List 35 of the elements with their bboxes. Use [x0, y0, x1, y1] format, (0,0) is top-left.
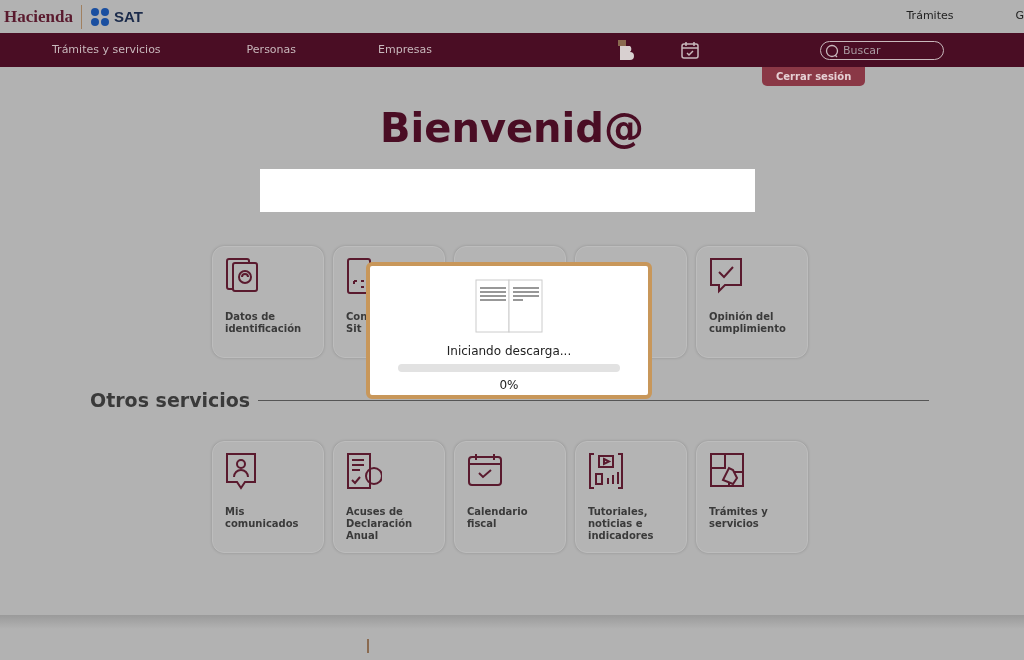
service-card[interactable]: Tutoriales, noticias e indicadores: [575, 440, 687, 553]
nav-link[interactable]: Personas: [246, 41, 297, 59]
calendar-check-icon[interactable]: [680, 40, 700, 60]
logout-button[interactable]: Cerrar sesión: [762, 67, 866, 86]
card-label: Datos de identificación: [225, 311, 303, 335]
media-icon: [588, 451, 624, 490]
nav-link[interactable]: Empresas: [378, 41, 432, 59]
search-icon: [825, 43, 839, 58]
divider-line: [367, 638, 369, 653]
service-card[interactable]: Datos de identificación: [212, 246, 324, 358]
section-title: Otros servicios: [90, 388, 251, 413]
service-card[interactable]: Acuses de Declaración Anual: [333, 440, 445, 553]
card-label: Calendario fiscal: [467, 505, 529, 530]
card-label: Opinión del cumplimiento: [709, 311, 787, 335]
status-text: Iniciando descarga...: [446, 343, 572, 360]
document-check-icon: [346, 451, 382, 490]
card-label: Acuses de Declaración Anual: [346, 505, 414, 542]
nav-link[interactable]: Trámites y servicios: [52, 41, 161, 59]
top-link[interactable]: G: [1015, 8, 1024, 25]
search-field[interactable]: Buscar: [820, 40, 944, 60]
card-label: Trámites y servicios: [709, 505, 769, 530]
progress-percent: 0%: [499, 377, 519, 394]
open-book-icon: [474, 278, 544, 334]
speech-bubble-check-icon: [709, 257, 745, 295]
service-card[interactable]: Trámites y servicios: [696, 440, 808, 553]
service-card[interactable]: Opinión del cumplimiento: [696, 246, 808, 358]
card-label: Mis comunicados: [225, 505, 300, 530]
logo-text: Hacienda: [4, 8, 73, 25]
dots-logo-icon: [89, 6, 110, 27]
page-title: Bienvenid@: [380, 104, 644, 152]
service-card[interactable]: Calendario fiscal: [454, 440, 566, 553]
service-card[interactable]: Mis comunicados: [212, 440, 324, 553]
top-link[interactable]: Trámites: [906, 8, 954, 25]
logo-text: SAT: [113, 9, 143, 24]
card-label: Tutoriales, noticias e indicadores: [588, 505, 655, 542]
